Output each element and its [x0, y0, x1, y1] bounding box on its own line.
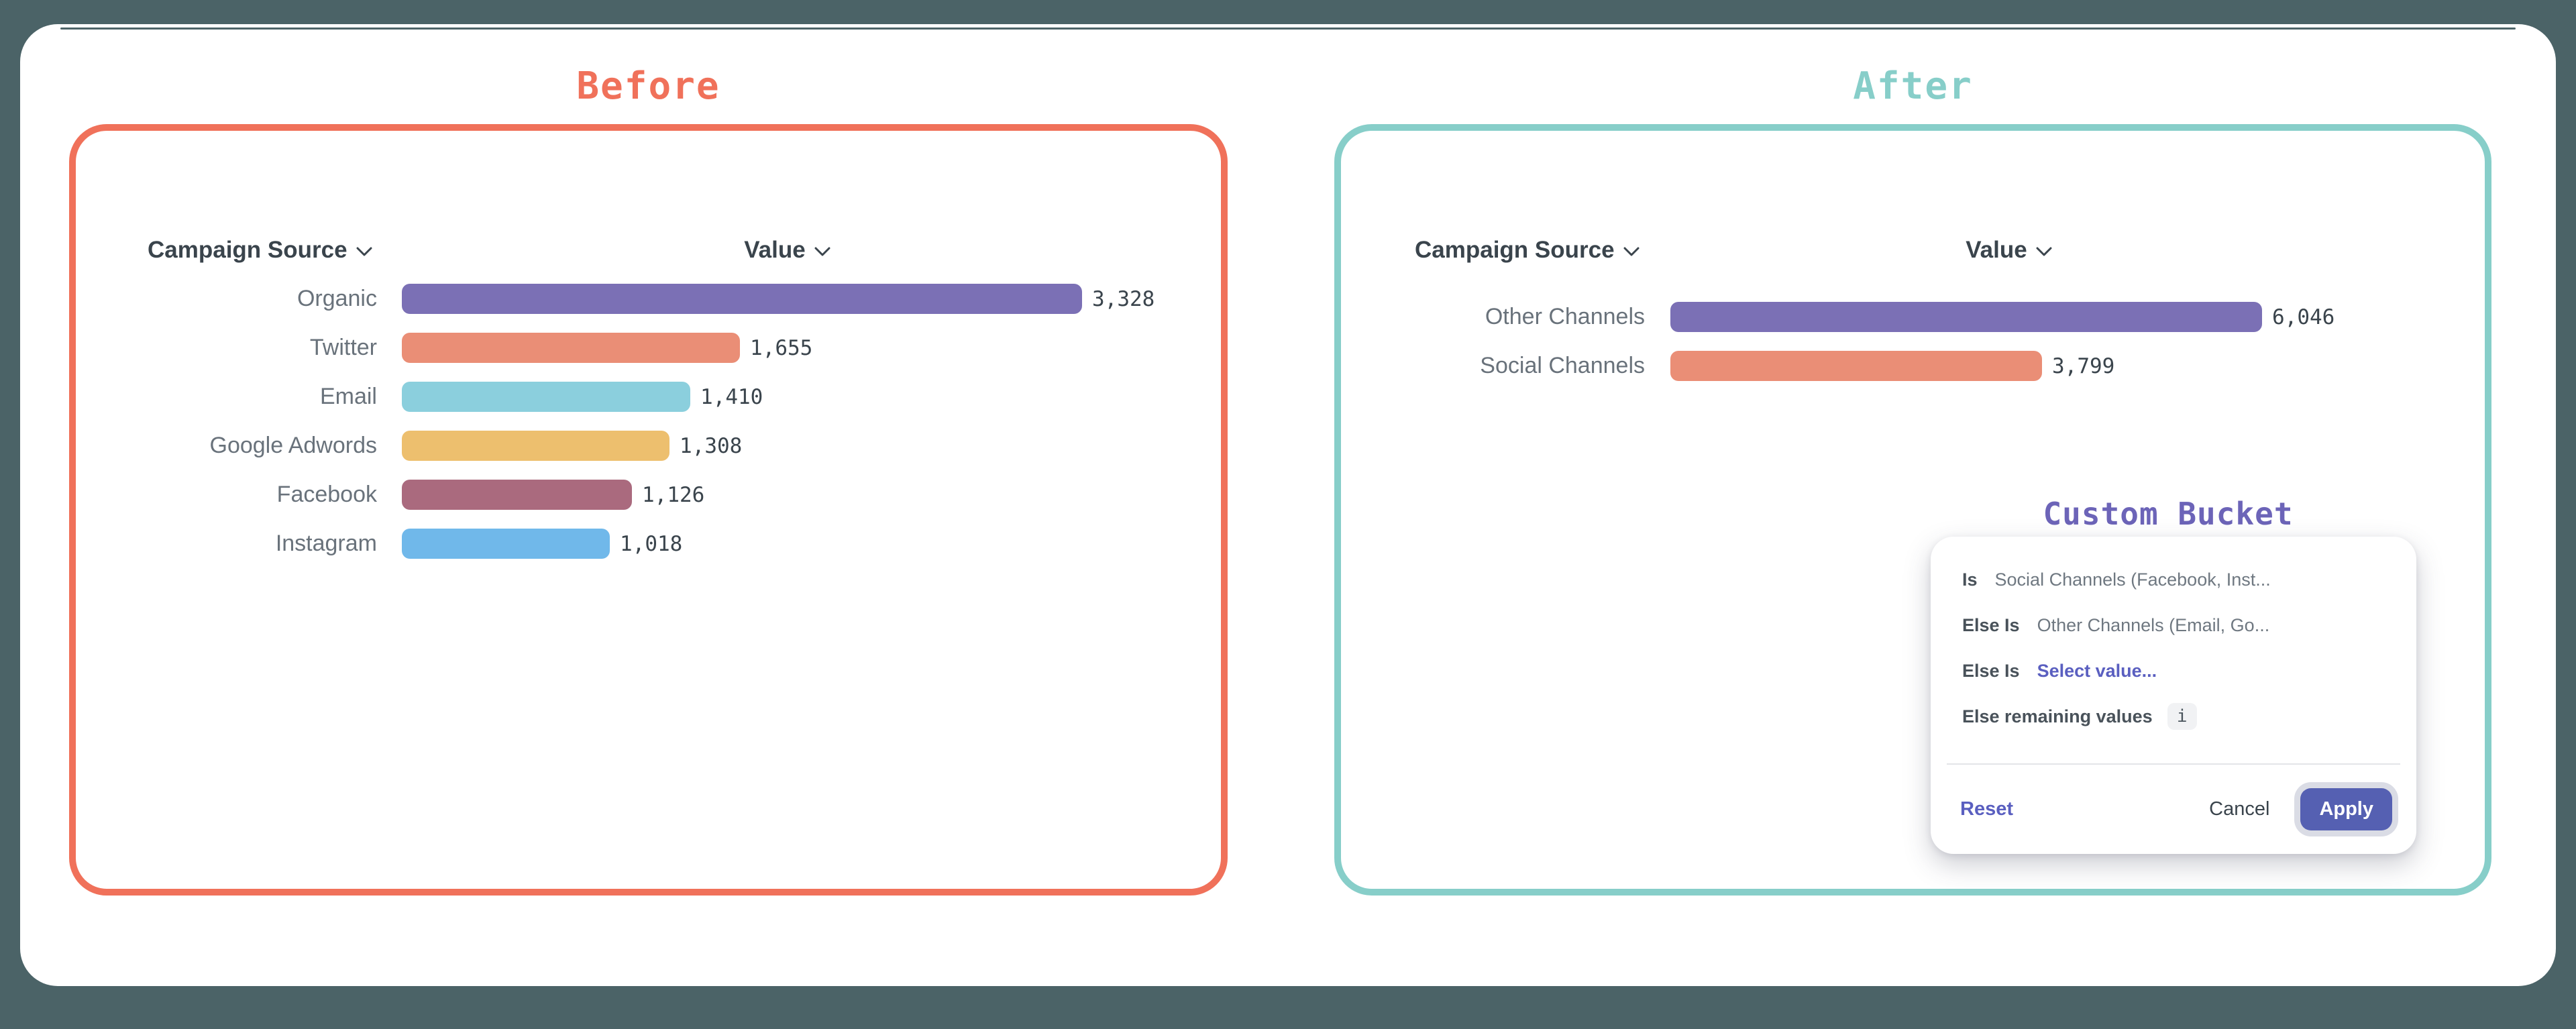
before-panel: Campaign Source Value Organic 3,328 Twit… [69, 124, 1228, 896]
row-value: 1,410 [700, 385, 763, 409]
table-row: Email 1,410 [76, 372, 1221, 421]
after-title: After [1334, 66, 2491, 107]
bucket-rule-row: Else Is Select value... i [1962, 648, 2390, 694]
custom-bucket-dialog: Is Social Channels (Facebook, Inst... i … [1931, 537, 2416, 854]
bucket-rule-row: Else Is Other Channels (Email, Go... i [1962, 602, 2390, 648]
chevron-down-icon [2035, 246, 2053, 257]
chevron-down-icon [814, 246, 831, 257]
value-column-header[interactable]: Value [720, 231, 855, 269]
campaign-source-column-header[interactable]: Campaign Source [1415, 231, 1640, 269]
rule-term: Else Is [1962, 661, 2020, 682]
row-label[interactable]: Social Channels [1341, 353, 1645, 379]
dialog-footer: Reset Cancel Apply [1931, 765, 2416, 854]
column-header-label: Value [744, 237, 805, 264]
after-table-rows: Other Channels 6,046 Social Channels 3,7… [1341, 292, 2485, 390]
row-label[interactable]: Organic [76, 286, 377, 312]
row-bar[interactable] [1670, 351, 2042, 381]
after-panel: Campaign Source Value Other Channels 6,0… [1334, 124, 2491, 896]
rule-term: Else remaining values [1962, 706, 2153, 727]
row-value: 6,046 [2272, 305, 2334, 329]
row-bar[interactable] [402, 431, 669, 461]
row-bar[interactable] [402, 333, 740, 363]
custom-bucket-rules: Is Social Channels (Facebook, Inst... i … [1931, 537, 2416, 739]
before-table-header: Campaign Source Value [76, 231, 1221, 269]
table-row: Instagram 1,018 [76, 519, 1221, 568]
rule-value[interactable]: Social Channels (Facebook, Inst... [1995, 570, 2271, 590]
before-title: Before [69, 66, 1228, 107]
bucket-rule-row: Else remaining values i [1962, 694, 2390, 739]
column-header-label: Campaign Source [1415, 237, 1615, 264]
row-label[interactable]: Email [76, 384, 377, 410]
table-row: Organic 3,328 [76, 274, 1221, 323]
row-value: 1,655 [750, 336, 812, 360]
top-divider [60, 28, 2516, 30]
row-value: 1,308 [680, 434, 742, 458]
row-value: 1,126 [642, 483, 704, 507]
row-label[interactable]: Other Channels [1341, 304, 1645, 330]
reset-button[interactable]: Reset [1960, 798, 2013, 820]
row-label[interactable]: Google Adwords [76, 433, 377, 459]
app-background: { "before": { "title": "Before", "accent… [0, 0, 2576, 1029]
column-header-label: Campaign Source [148, 237, 347, 264]
info-icon[interactable]: i [2167, 703, 2197, 730]
chevron-down-icon [1623, 246, 1640, 257]
row-bar[interactable] [402, 529, 610, 559]
custom-bucket-title: Custom Bucket [2034, 496, 2302, 531]
table-row: Other Channels 6,046 [1341, 292, 2485, 341]
column-header-label: Value [1966, 237, 2027, 264]
table-row: Google Adwords 1,308 [76, 421, 1221, 470]
row-bar[interactable] [402, 382, 690, 412]
rule-value[interactable]: Other Channels (Email, Go... [2037, 615, 2270, 636]
rule-term: Else Is [1962, 615, 2020, 636]
main-card: Before After Campaign Source Value Organ… [20, 24, 2556, 986]
table-row: Facebook 1,126 [76, 470, 1221, 519]
row-label[interactable]: Instagram [76, 531, 377, 557]
row-label[interactable]: Facebook [76, 482, 377, 508]
row-value: 1,018 [620, 532, 682, 556]
row-bar[interactable] [402, 284, 1082, 314]
apply-button[interactable]: Apply [2300, 788, 2392, 830]
row-value: 3,799 [2052, 354, 2114, 378]
rule-value[interactable]: Select value... [2037, 661, 2157, 682]
row-label[interactable]: Twitter [76, 335, 377, 361]
row-bar[interactable] [402, 480, 632, 510]
row-value: 3,328 [1092, 287, 1155, 311]
campaign-source-column-header[interactable]: Campaign Source [148, 231, 373, 269]
table-row: Twitter 1,655 [76, 323, 1221, 372]
value-column-header[interactable]: Value [1942, 231, 2076, 269]
rule-term: Is [1962, 570, 1978, 590]
after-table-header: Campaign Source Value [1341, 231, 2485, 269]
bucket-rule-row: Is Social Channels (Facebook, Inst... i [1962, 557, 2390, 602]
chevron-down-icon [356, 246, 373, 257]
table-row: Social Channels 3,799 [1341, 341, 2485, 390]
row-bar[interactable] [1670, 302, 2262, 332]
before-table-rows: Organic 3,328 Twitter 1,655 Email 1,410 … [76, 274, 1221, 568]
cancel-button[interactable]: Cancel [2209, 798, 2269, 820]
